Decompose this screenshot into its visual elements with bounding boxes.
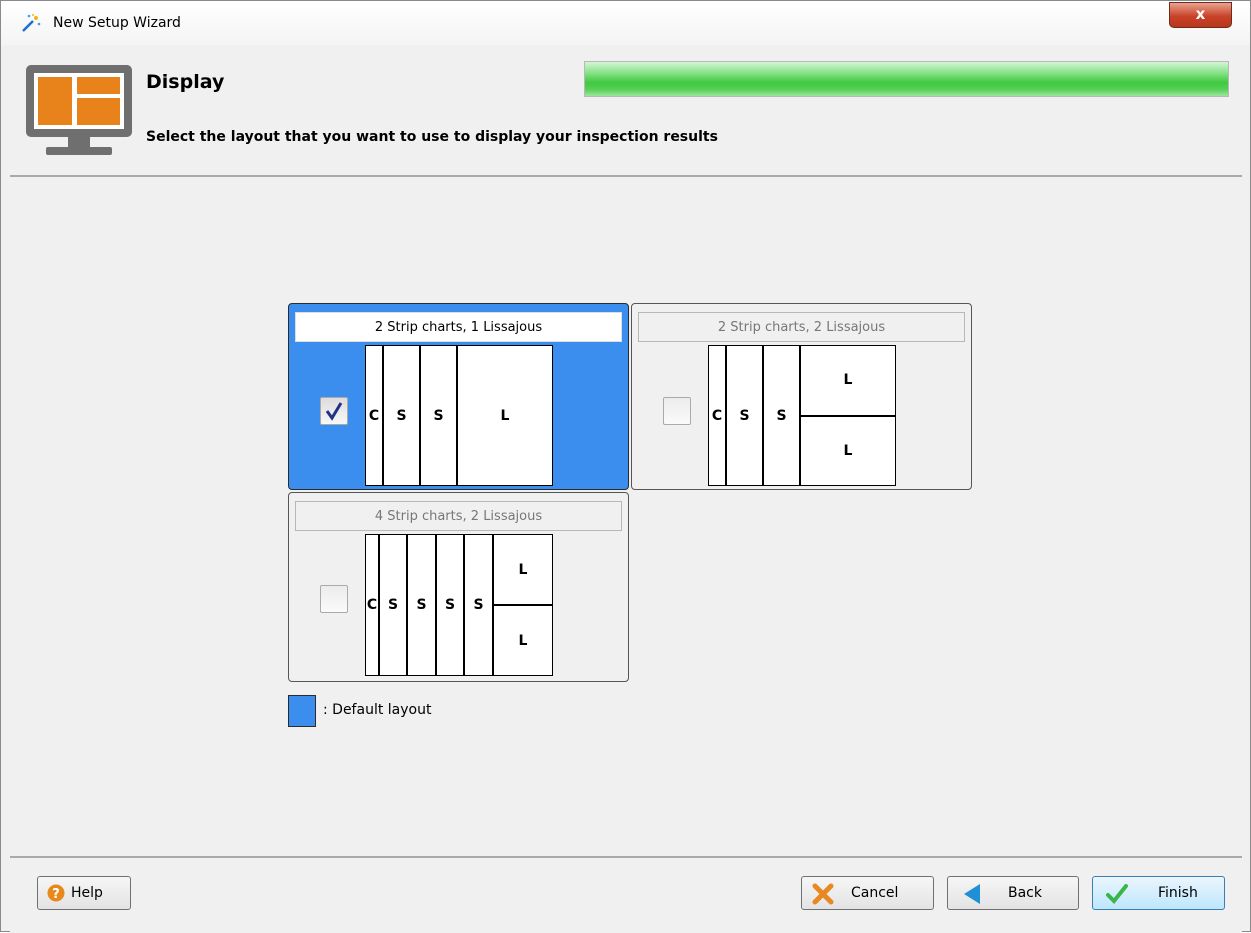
layout-title: 2 Strip charts, 1 Lissajous (295, 312, 622, 342)
cancel-label: Cancel (851, 885, 899, 901)
chart-column-s: S (437, 535, 465, 675)
layout-checkbox[interactable] (320, 397, 348, 425)
wizard-footer: ? Help Cancel Back Finish (10, 856, 1242, 933)
checkmark-icon (1106, 884, 1128, 904)
layout-preview: C S S L L (708, 345, 896, 486)
svg-text:?: ? (52, 887, 60, 902)
chart-column-s: S (384, 346, 421, 485)
default-layout-swatch (288, 695, 316, 727)
wizard-header: Display Select the layout that you want … (10, 45, 1242, 177)
layout-preview: C S S L (365, 345, 553, 486)
lissajous-column: L L (801, 346, 895, 485)
lissajous-bottom: L (494, 605, 552, 675)
chart-column-c: C (366, 535, 380, 675)
layout-preview: C S S S S L L (365, 534, 553, 676)
help-label: Help (71, 885, 103, 901)
page-description: Select the layout that you want to use t… (146, 129, 718, 145)
setup-wizard-window: New Setup Wizard x Display Select the la… (0, 0, 1251, 933)
layout-title: 4 Strip charts, 2 Lissajous (295, 501, 622, 531)
default-layout-legend: : Default layout (323, 702, 432, 718)
chart-column-s: S (465, 535, 494, 675)
finish-button[interactable]: Finish (1092, 876, 1225, 910)
chart-column-s: S (380, 535, 408, 675)
chart-column-s: S (764, 346, 801, 485)
chart-column-s: S (408, 535, 437, 675)
chart-column-c: C (709, 346, 727, 485)
cancel-x-icon (812, 883, 834, 905)
chart-column-s: S (421, 346, 458, 485)
help-button[interactable]: ? Help (37, 876, 131, 910)
close-button[interactable]: x (1169, 2, 1232, 28)
chart-column-c: C (366, 346, 384, 485)
layout-card-4-strip-2-lissajous[interactable]: 4 Strip charts, 2 Lissajous C S S S S L … (288, 492, 629, 682)
back-arrow-icon (964, 884, 980, 904)
chart-column-l: L (500, 407, 510, 424)
lissajous-bottom: L (801, 415, 895, 486)
title-bar[interactable]: New Setup Wizard x (1, 1, 1250, 45)
chart-column-s: S (727, 346, 764, 485)
checkmark-icon (325, 402, 343, 421)
back-button[interactable]: Back (947, 876, 1079, 910)
layout-options-area: 2 Strip charts, 1 Lissajous C S S L 2 St… (10, 177, 1242, 855)
layout-card-2-strip-1-lissajous[interactable]: 2 Strip charts, 1 Lissajous C S S L (288, 303, 629, 490)
layout-title: 2 Strip charts, 2 Lissajous (638, 312, 965, 342)
page-title: Display (146, 71, 225, 93)
lissajous-top: L (801, 346, 895, 416)
display-monitor-icon (26, 65, 132, 155)
help-icon: ? (47, 884, 65, 902)
lissajous-column: L L (494, 535, 552, 675)
lissajous-top: L (494, 535, 552, 605)
layout-checkbox[interactable] (320, 585, 348, 613)
wizard-progress-bar (584, 61, 1229, 97)
back-label: Back (1008, 885, 1042, 901)
cancel-button[interactable]: Cancel (801, 876, 934, 910)
layout-checkbox[interactable] (663, 397, 691, 425)
finish-label: Finish (1158, 885, 1198, 901)
layout-card-2-strip-2-lissajous[interactable]: 2 Strip charts, 2 Lissajous C S S L L (631, 303, 972, 490)
window-title: New Setup Wizard (53, 15, 181, 31)
magic-wand-icon (22, 14, 41, 32)
